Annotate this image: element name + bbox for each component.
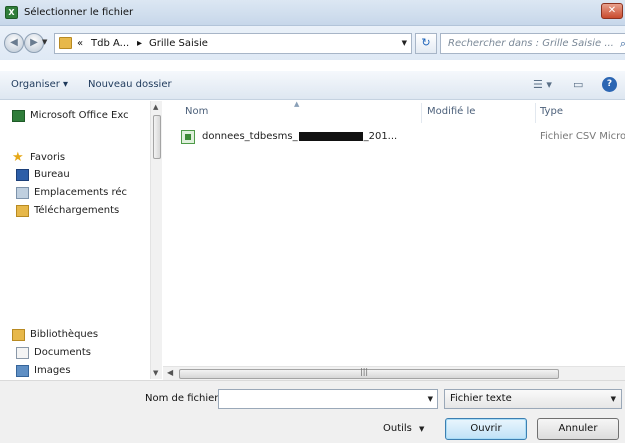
file-name[interactable]: donnees_tdbesms_ _201... <box>202 131 397 142</box>
help-icon[interactable]: ? <box>602 77 617 92</box>
dialog-footer: Nom de fichier : ▼ Fichier texte ▼ Outil… <box>0 380 625 443</box>
address-bar[interactable]: « Tdb A... ▸ Grille Saisie ▼ <box>54 33 412 54</box>
address-dropdown-icon[interactable]: ▼ <box>402 39 407 47</box>
hscroll-thumb[interactable]: ||| <box>179 367 559 379</box>
title-bar: X Sélectionner le fichier ✕ <box>0 0 625 26</box>
back-button[interactable]: ◀ <box>4 33 24 53</box>
excel-app-icon: X <box>5 6 18 19</box>
scroll-up-icon[interactable]: ▲ <box>153 103 158 111</box>
downloads-icon <box>16 205 29 217</box>
open-button[interactable]: Ouvrir <box>445 418 527 440</box>
file-row[interactable]: donnees_tdbesms_ _201... Fichier CSV Micr… <box>177 129 625 147</box>
tools-dropdown-icon[interactable]: ▼ <box>419 425 424 433</box>
preview-pane-icon[interactable]: ▭ <box>573 78 583 91</box>
refresh-button[interactable]: ↻ <box>415 33 437 54</box>
scroll-down-icon[interactable]: ▼ <box>153 369 158 377</box>
column-header-type[interactable]: Type <box>540 106 563 117</box>
cancel-button[interactable]: Annuler <box>537 418 619 440</box>
column-header-name[interactable]: Nom <box>185 106 208 117</box>
file-type: Fichier CSV Micro <box>540 131 625 142</box>
search-placeholder: Rechercher dans : Grille Saisie ... <box>448 38 614 49</box>
search-icon[interactable]: ⌕ <box>620 37 625 51</box>
redaction-bar <box>298 131 363 141</box>
column-header-modified[interactable]: Modifié le <box>427 106 475 117</box>
excel-icon <box>12 110 25 122</box>
file-type-filter-value: Fichier texte <box>450 393 512 404</box>
column-divider[interactable] <box>535 103 536 123</box>
filename-field[interactable]: ▼ <box>218 389 438 409</box>
chevron-down-icon[interactable]: ▼ <box>611 395 616 403</box>
images-icon <box>16 365 29 377</box>
csv-file-icon <box>181 130 195 144</box>
recent-places-icon <box>16 187 29 199</box>
scroll-left-icon[interactable]: ◀ <box>167 368 173 377</box>
window-title: Sélectionner le fichier <box>24 7 134 18</box>
column-divider[interactable] <box>421 103 422 123</box>
nav-scrollbar[interactable]: ▲ ▼ <box>150 101 162 379</box>
breadcrumb-tdb[interactable]: Tdb A... <box>91 38 129 49</box>
libraries-icon <box>12 329 25 341</box>
history-dropdown-icon[interactable]: ▼ <box>42 38 47 46</box>
file-list: ▲ Nom Modifié le Type donnees_tdbesms_ _2… <box>163 100 625 367</box>
desktop-icon <box>16 169 29 181</box>
file-type-filter[interactable]: Fichier texte ▼ <box>444 389 622 409</box>
folder-icon <box>59 37 72 49</box>
sort-indicator-icon: ▲ <box>294 100 300 108</box>
organize-menu[interactable]: Organiser ▾ <box>11 79 68 90</box>
breadcrumb-separator[interactable]: ▸ <box>137 38 142 49</box>
breadcrumb-grille-saisie[interactable]: Grille Saisie <box>149 38 208 49</box>
new-folder-button[interactable]: Nouveau dossier <box>88 79 172 90</box>
chevron-down-icon[interactable]: ▼ <box>428 395 433 403</box>
address-row: ◀ ▶ ▼ « Tdb A... ▸ Grille Saisie ▼ ↻ Rec… <box>0 26 625 60</box>
view-options-icon[interactable]: ☰ ▾ <box>533 78 552 91</box>
nav-scroll-thumb[interactable] <box>153 115 161 159</box>
star-icon: ★ <box>12 150 24 165</box>
documents-icon <box>16 347 29 359</box>
grip-icon: ||| <box>360 367 369 376</box>
breadcrumb-overflow[interactable]: « <box>77 38 83 49</box>
tools-menu[interactable]: Outils <box>383 423 412 434</box>
navigation-pane: Microsoft Office Exc ★ Favoris Bureau Em… <box>0 101 162 379</box>
search-input[interactable]: Rechercher dans : Grille Saisie ... ⌕ <box>440 33 625 54</box>
close-button[interactable]: ✕ <box>601 3 623 19</box>
filename-label: Nom de fichier : <box>145 393 225 404</box>
forward-button[interactable]: ▶ <box>24 33 44 53</box>
command-toolbar: Organiser ▾ Nouveau dossier ☰ ▾ ▭ ? <box>0 71 625 100</box>
file-list-hscrollbar[interactable]: ◀ ||| <box>163 366 625 380</box>
